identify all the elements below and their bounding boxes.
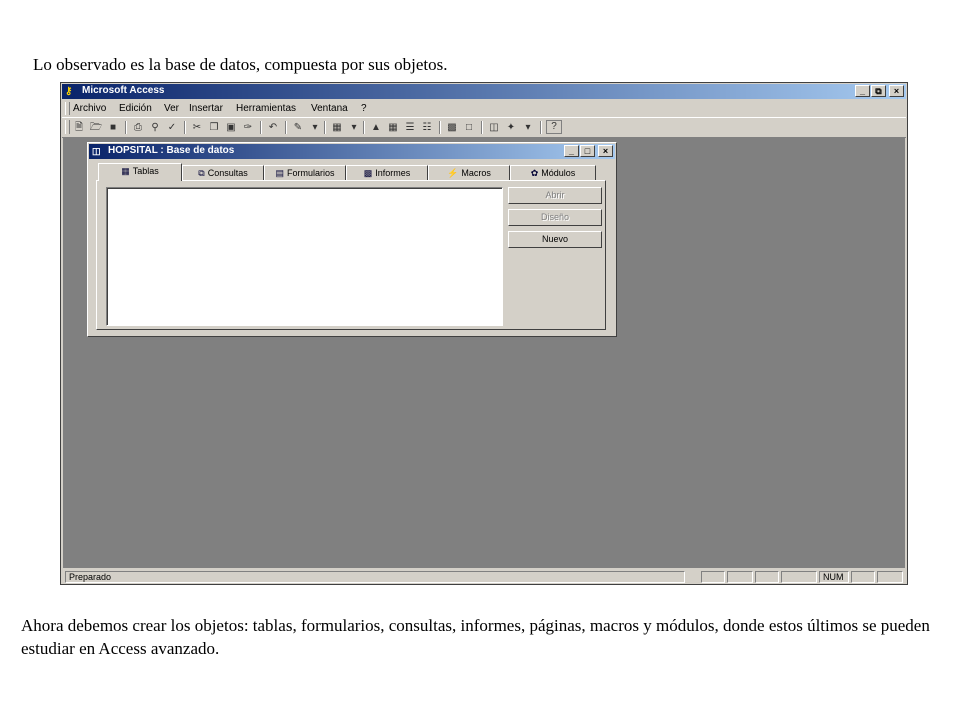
tab-macros[interactable]: ⚡ Macros (428, 165, 510, 180)
form-icon: ▤ (275, 168, 284, 178)
db-minimize-button[interactable]: _ (564, 145, 579, 157)
office-links-icon[interactable]: ✎ (290, 120, 306, 135)
large-icons-icon[interactable]: ▲ (368, 120, 384, 135)
table-icon: ▦ (121, 166, 130, 176)
caption-bottom: Ahora debemos crear los objetos: tablas,… (21, 616, 930, 658)
db-titlebar[interactable]: ◫ HOPSITAL : Base de datos _ □ × (89, 144, 615, 159)
small-icons-icon[interactable]: ▦ (385, 120, 401, 135)
properties-icon[interactable]: □ (461, 120, 477, 135)
menu-ver[interactable]: Ver (164, 103, 179, 114)
query-icon: ⧉ (198, 168, 205, 178)
minimize-button[interactable]: _ (855, 85, 870, 97)
access-window: ⚷ Microsoft Access _ ⧉ × Archivo Edición… (60, 82, 908, 585)
db-maximize-button[interactable]: □ (580, 145, 595, 157)
database-icon: ◫ (92, 146, 101, 156)
format-painter-icon[interactable]: ✑ (240, 120, 256, 135)
db-close-button[interactable]: × (598, 145, 613, 157)
objects-list[interactable] (106, 187, 503, 326)
menu-ayuda[interactable]: ? (361, 103, 367, 114)
status-text: Preparado (65, 571, 685, 583)
relationships-icon[interactable]: ◫ (486, 120, 502, 135)
status-num: NUM (819, 571, 849, 583)
key-icon: ⚷ (65, 86, 73, 97)
help-icon[interactable]: ? (546, 120, 562, 134)
menu-insertar[interactable]: Insertar (189, 103, 223, 114)
toolbar-grip[interactable] (65, 120, 70, 134)
menu-herramientas[interactable]: Herramientas (236, 103, 296, 114)
status-panel (851, 571, 875, 583)
macro-icon: ⚡ (447, 168, 459, 178)
open-folder-icon[interactable]: 🗁 (88, 120, 104, 135)
toolbar: 🗎 🗁 ■ ⎙ ⚲ ✓ ✂ ❐ ▣ ✑ ↶ ✎ ▾ ▦ ▾ ▲ ▦ ☰ ☷ ▩ … (62, 117, 906, 138)
code-icon[interactable]: ▩ (444, 120, 460, 135)
status-panel (781, 571, 817, 583)
tab-informes[interactable]: ▩ Informes (346, 165, 428, 180)
tab-formularios[interactable]: ▤ Formularios (264, 165, 346, 180)
copy-icon[interactable]: ❐ (206, 120, 222, 135)
new-button[interactable]: Nuevo (508, 231, 602, 248)
paste-icon[interactable]: ▣ (223, 120, 239, 135)
print-preview-icon[interactable]: ⚲ (147, 120, 163, 135)
design-button[interactable]: Diseño (508, 209, 602, 226)
db-title: HOPSITAL : Base de datos (108, 145, 235, 156)
new-object-icon[interactable]: ✦ (503, 120, 519, 135)
list-view-icon[interactable]: ☰ (402, 120, 418, 135)
open-button[interactable]: Abrir (508, 187, 602, 204)
status-bar: Preparado NUM (63, 570, 905, 584)
new-file-icon[interactable]: 🗎 (71, 120, 87, 135)
caption-top: Lo observado es la base de datos, compue… (33, 55, 448, 74)
analyze-icon[interactable]: ▦ (329, 120, 345, 135)
database-window: ◫ HOPSITAL : Base de datos _ □ × ▦ Tablas… (87, 142, 617, 337)
print-icon[interactable]: ⎙ (130, 120, 146, 135)
report-icon: ▩ (363, 168, 373, 178)
module-icon: ✿ (530, 168, 539, 178)
menu-ventana[interactable]: Ventana (311, 103, 348, 114)
close-button[interactable]: × (889, 85, 904, 97)
app-title: Microsoft Access (82, 85, 165, 96)
save-icon[interactable]: ■ (105, 120, 121, 135)
tab-modulos[interactable]: ✿ Módulos (510, 165, 596, 180)
tab-panel: Abrir Diseño Nuevo (96, 180, 606, 330)
menu-archivo[interactable]: Archivo (73, 103, 106, 114)
restore-button[interactable]: ⧉ (871, 85, 886, 97)
cut-icon[interactable]: ✂ (189, 120, 205, 135)
spelling-icon[interactable]: ✓ (164, 120, 180, 135)
status-panel (701, 571, 725, 583)
app-titlebar[interactable]: ⚷ Microsoft Access _ ⧉ × (62, 84, 906, 99)
dropdown-arrow-icon[interactable]: ▾ (520, 120, 536, 135)
undo-icon[interactable]: ↶ (265, 120, 281, 135)
menu-edicion[interactable]: Edición (119, 103, 152, 114)
menubar-grip[interactable] (65, 102, 70, 115)
status-panel (727, 571, 753, 583)
dropdown-arrow-icon[interactable]: ▾ (346, 120, 362, 135)
tab-consultas[interactable]: ⧉ Consultas (182, 165, 264, 180)
tab-tablas[interactable]: ▦ Tablas (98, 163, 182, 181)
menu-bar: Archivo Edición Ver Insertar Herramienta… (62, 100, 906, 117)
details-view-icon[interactable]: ☷ (419, 120, 435, 135)
status-panel (877, 571, 903, 583)
status-panel (755, 571, 779, 583)
dropdown-arrow-icon[interactable]: ▾ (307, 120, 323, 135)
